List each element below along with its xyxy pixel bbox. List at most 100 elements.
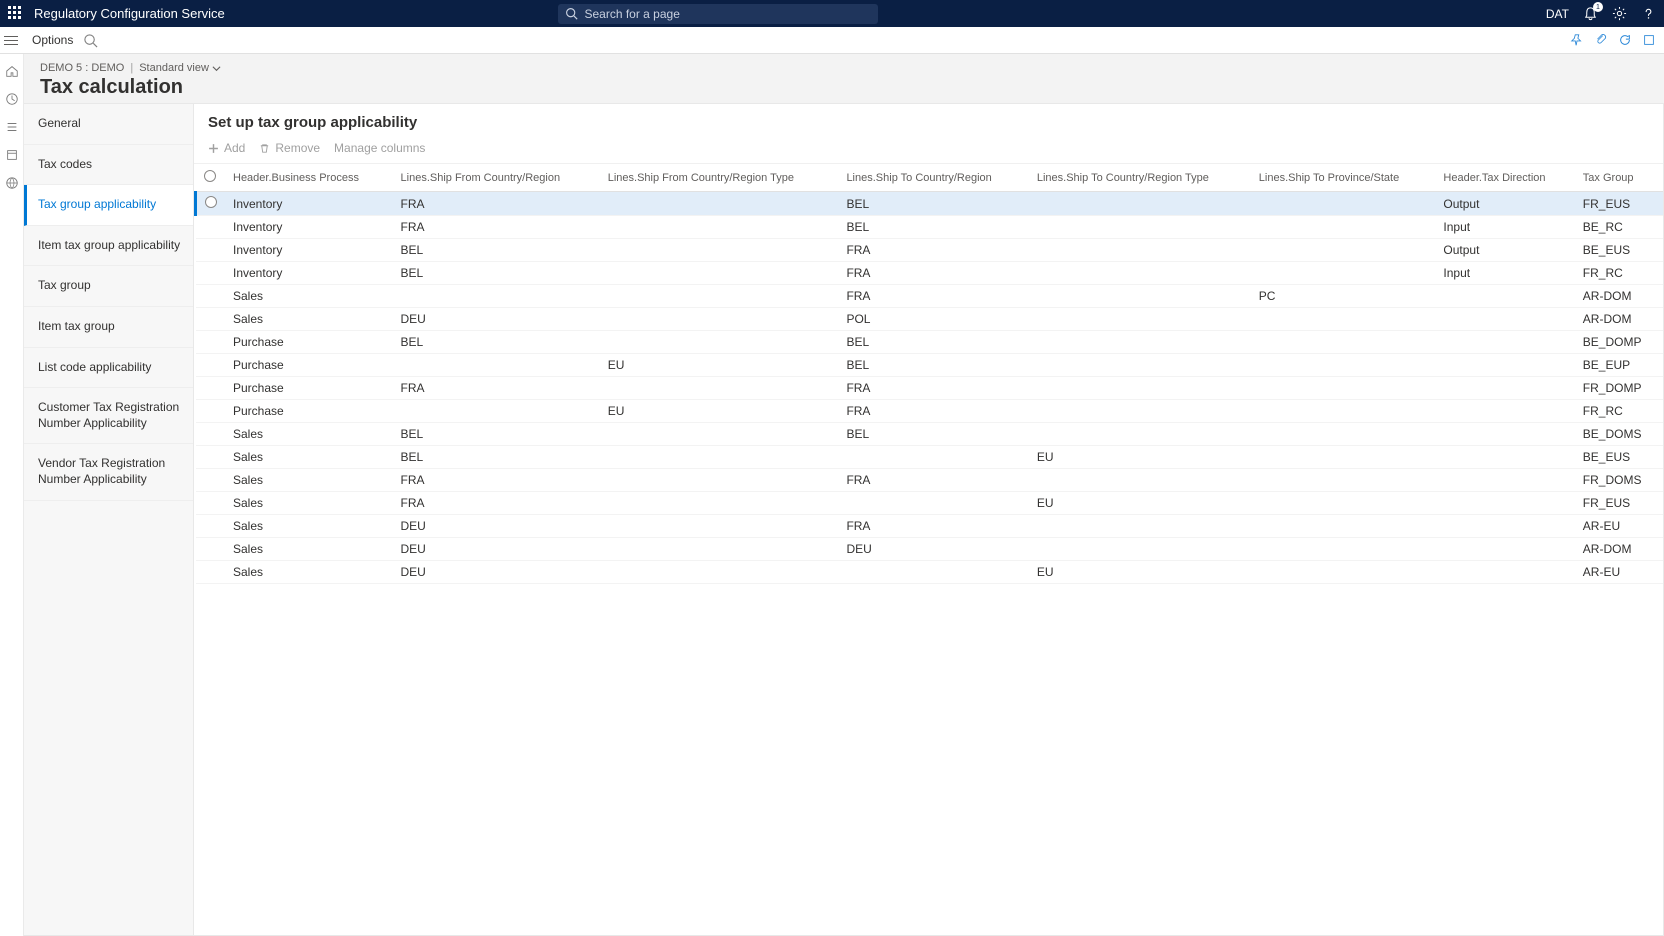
cell[interactable]	[600, 285, 839, 308]
table-row[interactable]: SalesDEUPOLAR-DOM	[196, 308, 1664, 331]
cell[interactable]	[600, 216, 839, 239]
cell[interactable]	[1029, 423, 1251, 446]
cell[interactable]	[1435, 446, 1574, 469]
table-row[interactable]: InventoryBELFRAOutputBE_EUS	[196, 239, 1664, 262]
cell[interactable]	[1251, 469, 1436, 492]
section-nav-item[interactable]: General	[24, 104, 193, 145]
cell[interactable]	[1435, 561, 1574, 584]
company-label[interactable]: DAT	[1546, 7, 1569, 21]
cell[interactable]: Sales	[225, 308, 393, 331]
cell[interactable]: Inventory	[225, 192, 393, 216]
cell[interactable]: FRA	[393, 492, 600, 515]
remove-button[interactable]: Remove	[259, 141, 320, 155]
cell[interactable]	[600, 331, 839, 354]
cell[interactable]	[1029, 331, 1251, 354]
cell[interactable]	[600, 538, 839, 561]
row-selector[interactable]	[196, 331, 226, 354]
cell[interactable]	[600, 308, 839, 331]
notifications-icon[interactable]: 1	[1583, 6, 1598, 21]
table-row[interactable]: InventoryFRABELOutputFR_EUS	[196, 192, 1664, 216]
recent-icon[interactable]	[5, 92, 19, 106]
cell[interactable]: FR_DOMP	[1575, 377, 1663, 400]
cell[interactable]: FR_RC	[1575, 262, 1663, 285]
row-selector[interactable]	[196, 492, 226, 515]
cell[interactable]	[600, 423, 839, 446]
column-header[interactable]: Lines.Ship From Country/Region	[393, 164, 600, 192]
cell[interactable]	[1029, 377, 1251, 400]
module-icon[interactable]	[5, 148, 19, 162]
row-selector[interactable]	[196, 469, 226, 492]
row-selector[interactable]	[196, 400, 226, 423]
globe-icon[interactable]	[5, 176, 19, 190]
table-row[interactable]: SalesFRAEUFR_EUS	[196, 492, 1664, 515]
cell[interactable]: EU	[600, 400, 839, 423]
cell[interactable]	[1029, 538, 1251, 561]
cell[interactable]: Purchase	[225, 354, 393, 377]
pin-icon[interactable]	[1570, 33, 1584, 47]
home-icon[interactable]	[5, 64, 19, 78]
cell[interactable]: DEU	[838, 538, 1028, 561]
table-row[interactable]: SalesDEUDEUAR-DOM	[196, 538, 1664, 561]
table-row[interactable]: PurchaseBELBELBE_DOMP	[196, 331, 1664, 354]
cell[interactable]	[1251, 492, 1436, 515]
row-selector[interactable]	[196, 262, 226, 285]
cell[interactable]	[600, 192, 839, 216]
cell[interactable]	[393, 400, 600, 423]
cell[interactable]: FRA	[393, 469, 600, 492]
cell[interactable]: Sales	[225, 469, 393, 492]
cell[interactable]: Input	[1435, 262, 1574, 285]
cell[interactable]: FRA	[393, 377, 600, 400]
cell[interactable]	[1251, 239, 1436, 262]
cell[interactable]: FRA	[838, 239, 1028, 262]
cell[interactable]	[600, 561, 839, 584]
table-row[interactable]: PurchaseEUBELBE_EUP	[196, 354, 1664, 377]
section-nav-item[interactable]: List code applicability	[24, 348, 193, 389]
cell[interactable]: BE_EUS	[1575, 239, 1663, 262]
cell[interactable]	[1029, 192, 1251, 216]
column-header[interactable]: Tax Group	[1575, 164, 1663, 192]
cell[interactable]	[838, 561, 1028, 584]
cell[interactable]: EU	[1029, 492, 1251, 515]
cell[interactable]	[1251, 192, 1436, 216]
cell[interactable]: AR-DOM	[1575, 308, 1663, 331]
cell[interactable]: Inventory	[225, 262, 393, 285]
cell[interactable]	[1251, 400, 1436, 423]
row-selector[interactable]	[196, 377, 226, 400]
cell[interactable]	[1435, 492, 1574, 515]
cell[interactable]: Purchase	[225, 331, 393, 354]
cell[interactable]	[1435, 423, 1574, 446]
table-row[interactable]: InventoryFRABELInputBE_RC	[196, 216, 1664, 239]
cell[interactable]: POL	[838, 308, 1028, 331]
column-header[interactable]: Lines.Ship To Country/Region Type	[1029, 164, 1251, 192]
cell[interactable]	[838, 446, 1028, 469]
select-all-header[interactable]	[196, 164, 226, 192]
cell[interactable]	[1251, 262, 1436, 285]
cell[interactable]: FR_RC	[1575, 400, 1663, 423]
cell[interactable]: EU	[1029, 446, 1251, 469]
cell[interactable]	[1029, 285, 1251, 308]
cell[interactable]	[1251, 354, 1436, 377]
cell[interactable]	[600, 377, 839, 400]
cell[interactable]: Sales	[225, 446, 393, 469]
table-row[interactable]: SalesDEUFRAAR-EU	[196, 515, 1664, 538]
cell[interactable]: FRA	[838, 262, 1028, 285]
cell[interactable]	[1029, 262, 1251, 285]
attach-icon[interactable]	[1594, 33, 1608, 47]
cell[interactable]: FRA	[838, 469, 1028, 492]
table-row[interactable]: SalesFRAFRAFR_DOMS	[196, 469, 1664, 492]
cell[interactable]: FR_DOMS	[1575, 469, 1663, 492]
search-command-icon[interactable]	[83, 33, 98, 48]
cell[interactable]: Output	[1435, 239, 1574, 262]
column-header[interactable]: Header.Business Process	[225, 164, 393, 192]
cell[interactable]	[1435, 400, 1574, 423]
manage-columns-button[interactable]: Manage columns	[334, 141, 425, 155]
cell[interactable]	[1029, 216, 1251, 239]
help-icon[interactable]	[1641, 6, 1656, 21]
cell[interactable]: FR_EUS	[1575, 492, 1663, 515]
cell[interactable]: BEL	[393, 446, 600, 469]
cell[interactable]	[1029, 469, 1251, 492]
cell[interactable]	[1251, 446, 1436, 469]
cell[interactable]	[1435, 469, 1574, 492]
cell[interactable]	[1251, 538, 1436, 561]
cell[interactable]: DEU	[393, 515, 600, 538]
